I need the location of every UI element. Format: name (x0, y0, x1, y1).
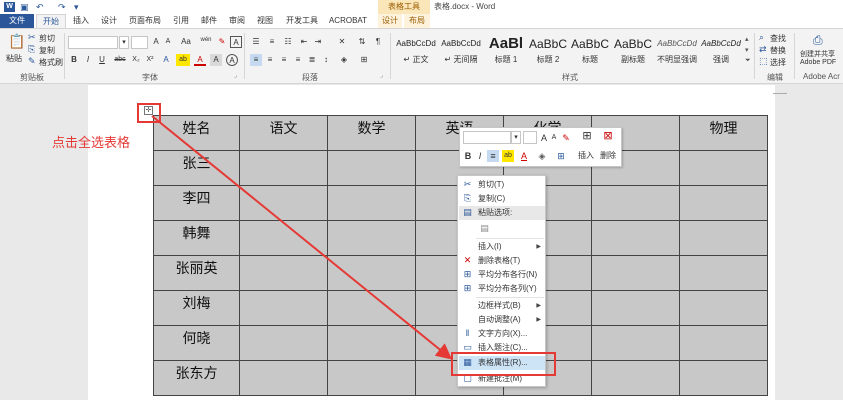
mini-format-painter-icon[interactable]: ✎ (561, 132, 571, 144)
table-properties-highlight (451, 352, 556, 376)
menu-item-border-styles[interactable]: 边框样式(B) ▶ (459, 299, 545, 313)
paste-icon: ▤ (463, 207, 472, 217)
submenu-arrow-icon: ▶ (536, 244, 541, 250)
menu-item-label: 平均分布各行(N) (478, 270, 538, 279)
distribute-rows-icon: ⊞ (463, 269, 472, 279)
menu-separator (476, 238, 544, 239)
menu-item-label: 插入(I) (478, 242, 502, 251)
menu-item-label: 边框样式(B) (478, 301, 521, 310)
menu-item-cut[interactable]: ✂ 剪切(T) (459, 178, 545, 192)
mini-shading-icon[interactable]: ◈ (536, 150, 548, 162)
scissors-icon: ✂ (463, 179, 472, 189)
menu-item-label: 剪切(T) (478, 180, 505, 189)
mini-font-color-icon[interactable]: A (518, 150, 530, 162)
text-direction-icon: ‖ (465, 328, 470, 338)
menu-item-label: 自动调整(A) (478, 315, 521, 324)
mini-bold-button[interactable]: B (463, 150, 473, 162)
menu-item-label: 平均分布各列(Y) (478, 284, 537, 293)
mini-toolbar: ▾ A A ✎ ⊞ ⊠ B I ≡ ab A ◈ ⊞ 插入 删除 (459, 127, 622, 167)
menu-item-distribute-cols[interactable]: ⊞ 平均分布各列(Y) (459, 282, 545, 296)
menu-paste-options-header: ▤ 粘贴选项: (459, 206, 545, 220)
mini-highlight-icon[interactable]: ab (502, 150, 514, 162)
mini-grow-font-icon[interactable]: A (539, 132, 549, 144)
mini-center-align-icon[interactable]: ≡ (487, 150, 499, 162)
menu-item-label: 复制(C) (478, 194, 506, 203)
menu-item-copy[interactable]: ⎘ 复制(C) (459, 192, 545, 206)
mini-borders-icon[interactable]: ⊞ (555, 150, 567, 162)
copy-icon: ⎘ (463, 193, 472, 203)
mini-insert-table-icon[interactable]: ⊞ (580, 130, 594, 142)
mini-font-dropdown-icon[interactable]: ▾ (511, 131, 521, 144)
menu-item-label: 粘贴选项: (478, 208, 513, 217)
menu-item-delete-table[interactable]: ✕ 删除表格(T) (459, 254, 545, 268)
mini-italic-button[interactable]: I (475, 150, 485, 162)
menu-item-text-direction[interactable]: ‖ 文字方向(X)... (459, 327, 545, 341)
annotation-arrow (151, 115, 453, 360)
mini-font-size-box[interactable] (523, 131, 537, 144)
submenu-arrow-icon: ▶ (536, 317, 541, 323)
menu-item-label: 文字方向(X)... (478, 329, 528, 338)
menu-item-distribute-rows[interactable]: ⊞ 平均分布各行(N) (459, 268, 545, 282)
mini-insert-button[interactable]: 插入 (576, 150, 596, 162)
submenu-arrow-icon: ▶ (536, 303, 541, 309)
mini-delete-button[interactable]: 删除 (598, 150, 618, 162)
menu-item-insert[interactable]: 插入(I) ▶ (459, 240, 545, 254)
mini-font-name-box[interactable] (463, 131, 511, 144)
delete-table-icon: ✕ (463, 255, 472, 265)
menu-item-paste-keep-formatting[interactable]: ▤ (459, 222, 545, 236)
menu-separator (476, 297, 544, 298)
paste-keep-icon: ▤ (480, 223, 489, 233)
menu-item-label: 删除表格(T) (478, 256, 521, 265)
mini-delete-table-icon[interactable]: ⊠ (601, 130, 615, 142)
menu-item-autofit[interactable]: 自动调整(A) ▶ (459, 313, 545, 327)
distribute-cols-icon: ⊞ (463, 283, 472, 293)
mini-shrink-font-icon[interactable]: A (549, 132, 559, 144)
